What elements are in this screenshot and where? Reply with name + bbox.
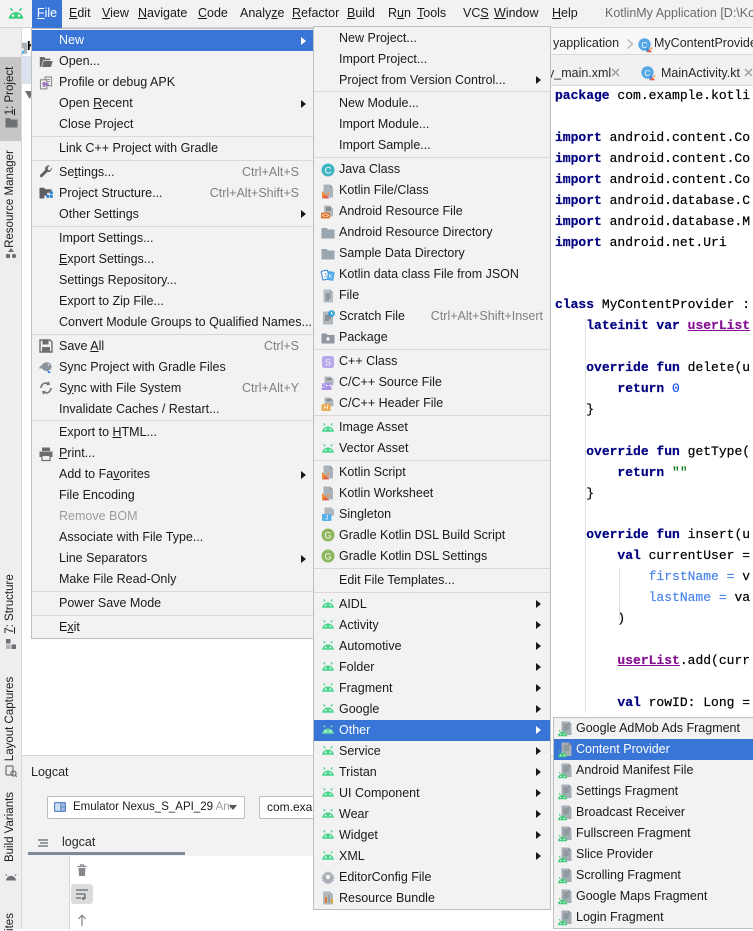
svg-text:G: G xyxy=(324,531,331,541)
svg-text:<>: <> xyxy=(322,212,330,219)
svg-text:S: S xyxy=(325,357,331,367)
svg-text:J: J xyxy=(325,515,328,522)
svg-text:H: H xyxy=(324,404,329,411)
svg-text:C: C xyxy=(325,165,332,176)
svg-text:G: G xyxy=(324,552,331,562)
svg-text:C++: C++ xyxy=(321,384,333,390)
